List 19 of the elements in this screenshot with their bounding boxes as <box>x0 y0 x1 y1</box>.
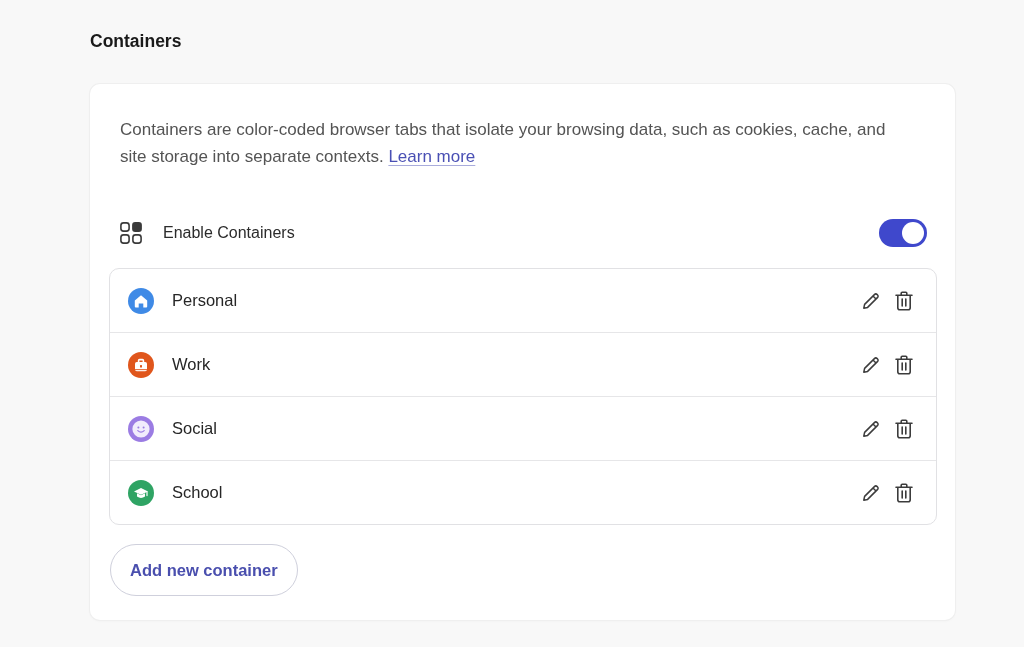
page-title: Containers <box>90 30 182 52</box>
description-text: Containers are color-coded browser tabs that isolate your browsing data, such as cookies, cache, and site storage into separate contexts. Learn more <box>120 119 887 168</box>
toggle-switch[interactable] <box>879 219 927 247</box>
trash-icon[interactable] <box>895 354 913 375</box>
pencil-icon[interactable] <box>861 482 881 503</box>
trash-icon[interactable] <box>895 290 913 311</box>
container-name: Social <box>172 419 218 438</box>
enable-label: Enable Containers <box>163 224 296 242</box>
add-container-button[interactable]: Add new container <box>110 544 298 596</box>
container-name: Work <box>172 355 212 374</box>
pencil-icon[interactable] <box>861 418 881 439</box>
pencil-icon[interactable] <box>861 354 881 375</box>
grid-icon <box>120 222 142 244</box>
learn-more-link[interactable]: Learn more <box>388 147 476 166</box>
container-name: School <box>172 483 224 502</box>
trash-icon[interactable] <box>895 482 913 503</box>
pencil-icon[interactable] <box>861 290 881 311</box>
trash-icon[interactable] <box>895 418 913 439</box>
container-name: Personal <box>172 291 239 310</box>
